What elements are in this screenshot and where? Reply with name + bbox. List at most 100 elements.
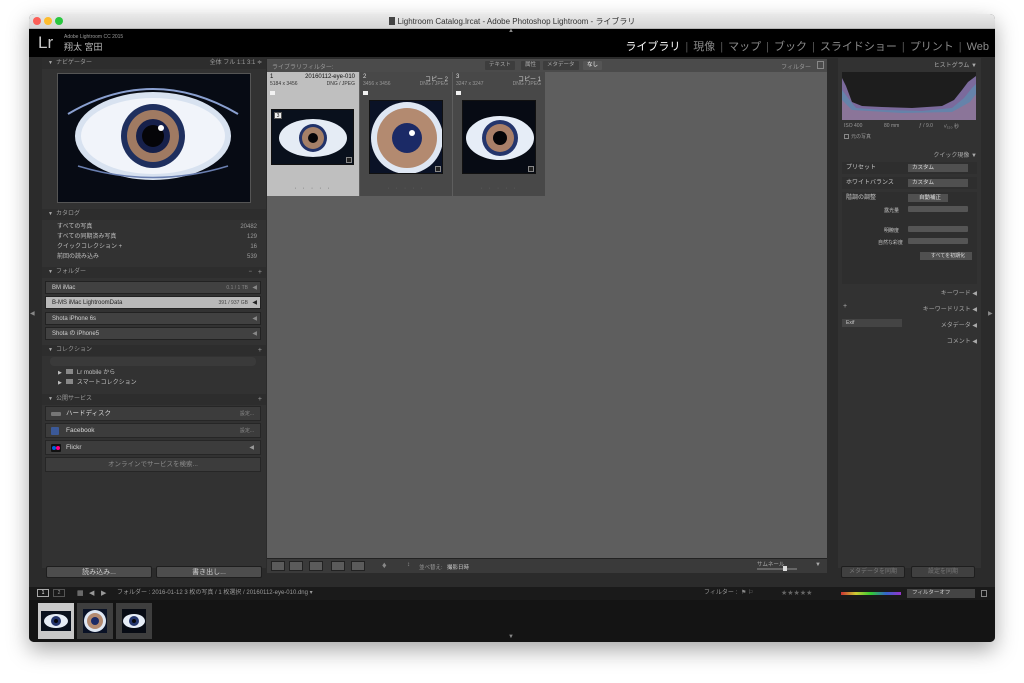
add-collection-button[interactable]: + (258, 345, 262, 356)
filter-tab-none[interactable]: なし (583, 61, 603, 70)
rating-dots[interactable]: · · · · · (453, 185, 545, 192)
vibrance-buttons[interactable] (908, 238, 968, 244)
filmstrip-thumb[interactable] (116, 603, 152, 639)
volume-iphone-5[interactable]: Shota の iPhone5 ◀ (45, 327, 261, 340)
export-button[interactable]: 書き出し... (156, 566, 262, 578)
find-more-services-button[interactable]: オンラインでサービスを検索... (45, 457, 261, 472)
catalog-item[interactable]: すべての同期済み写真 129 (45, 232, 261, 242)
grid-icon[interactable]: ▦ (77, 587, 84, 600)
collapse-left-icon[interactable]: ◀ (30, 310, 35, 317)
sync-settings-button[interactable]: 設定を同期 (911, 566, 975, 578)
compare-view-button[interactable] (309, 561, 323, 571)
flag-icon[interactable] (456, 91, 461, 95)
add-folder-button[interactable]: + (258, 267, 262, 278)
expand-icon[interactable]: ◀ (249, 441, 254, 455)
collapse-bottom-icon[interactable]: ▼ (508, 634, 514, 640)
painter-icon[interactable]: ♦ (382, 560, 387, 570)
module-library[interactable]: ライブラリ (625, 41, 680, 53)
publish-services-header[interactable]: ▼ 公開サービス + (42, 394, 266, 405)
collection-filter-field[interactable] (50, 357, 256, 366)
filter-presets-label[interactable]: フィルター (781, 62, 811, 71)
grid-cell[interactable]: 2 コピー 2 3456 x 3456 DNG / JPEG · · · · · (360, 72, 452, 196)
filter-tab-metadata[interactable]: メタデータ (543, 61, 579, 70)
grid-cell[interactable]: 3 コピー 1 3247 x 3247 DNG / JPEG · · · · · (453, 72, 545, 196)
quick-develop-header[interactable]: クイック現像 ▼ (933, 150, 977, 159)
module-web[interactable]: Web (967, 41, 989, 53)
catalog-item[interactable]: クイックコレクション +16 (45, 242, 261, 252)
expand-icon[interactable]: ◀ (252, 297, 257, 309)
flag-icon[interactable] (363, 91, 368, 95)
expand-icon[interactable]: ◀ (252, 313, 257, 325)
sort-order-select[interactable]: 撮影日時 (447, 563, 469, 571)
metadata-header[interactable]: メタデータ ◀ (941, 320, 977, 329)
setup-link[interactable]: 設定... (240, 424, 254, 438)
catalog-item[interactable]: 前回の読み込み 539 (45, 252, 261, 262)
volume-lightroom-data[interactable]: B-MS iMac LightroomData 391 / 937 GB ◀ (45, 296, 261, 309)
clarity-buttons[interactable] (908, 226, 968, 232)
filter-tab-text[interactable]: テキスト (485, 61, 515, 70)
thumbnail-size-slider[interactable] (757, 568, 797, 570)
filter-preset-select[interactable]: フィルターオフ (907, 589, 975, 598)
module-book[interactable]: ブック (774, 41, 807, 53)
collection-set-smart[interactable]: ▶ スマートコレクション (58, 378, 137, 388)
service-hard-drive[interactable]: ハードディスク 設定... (45, 406, 261, 421)
rating-dots[interactable]: · · · · · (360, 185, 452, 192)
sort-direction-icon[interactable]: ↕ (407, 562, 410, 568)
service-flickr[interactable]: Flickr ◀ (45, 440, 261, 455)
grid-cell[interactable]: 1 20160112-eye-010 5184 x 3456 DNG / JPE… (267, 72, 359, 196)
loupe-view-button[interactable] (289, 561, 303, 571)
import-button[interactable]: 読み込み... (46, 566, 152, 578)
thumbnail[interactable] (462, 100, 536, 174)
rating-filter[interactable]: ★★★★★ (781, 587, 812, 601)
folders-header[interactable]: ▼ フォルダー − + (42, 267, 266, 278)
setup-link[interactable]: 設定... (240, 407, 254, 421)
service-facebook[interactable]: Facebook 設定... (45, 423, 261, 438)
navigator-header[interactable]: ▼ ナビゲーター 全体 フル 1:1 3:1 ≑ (42, 58, 266, 69)
reset-all-button[interactable]: すべてを初期化 (920, 252, 972, 260)
remove-folder-button[interactable]: − (248, 267, 252, 278)
filmstrip-thumb[interactable] (38, 603, 74, 639)
grid-view-button[interactable] (271, 561, 285, 571)
back-arrow-icon[interactable]: ◀ (89, 587, 94, 600)
collapse-top-icon[interactable]: ▲ (508, 28, 514, 34)
keyword-list-header[interactable]: キーワードリスト ◀ (923, 304, 977, 313)
filmstrip-source[interactable]: フォルダー : 2016-01-12 3 枚の写真 / 1 枚選択 / 2016… (117, 587, 313, 600)
module-print[interactable]: プリント (910, 41, 954, 53)
module-develop[interactable]: 現像 (693, 41, 715, 53)
rating-dots[interactable]: · · · · · (267, 185, 359, 192)
exposure-buttons[interactable] (908, 206, 968, 212)
collections-header[interactable]: ▼ コレクション + (42, 345, 266, 356)
slider-thumb[interactable] (783, 566, 787, 571)
color-label-filter[interactable] (841, 592, 901, 595)
histogram-header[interactable]: ヒストグラム ▼ (934, 60, 977, 69)
thumbnail[interactable] (369, 100, 443, 174)
keywording-header[interactable]: キーワード ◀ (941, 288, 977, 297)
module-map[interactable]: マップ (728, 41, 761, 53)
catalog-header[interactable]: ▼ カタログ (42, 209, 266, 220)
module-slideshow[interactable]: スライドショー (820, 41, 897, 53)
comments-header[interactable]: コメント ◀ (947, 336, 977, 345)
volume-bm-imac[interactable]: BM iMac 0.1 / 1 TB ◀ (45, 281, 261, 294)
filmstrip-thumb[interactable] (77, 603, 113, 639)
preset-select[interactable]: カスタム (908, 164, 968, 172)
secondary-window-button[interactable]: 2 (53, 589, 65, 597)
filter-tab-attribute[interactable]: 属性 (521, 61, 541, 70)
original-photo-checkbox[interactable]: 元の写真 (844, 133, 871, 140)
filter-lock-icon[interactable] (981, 590, 987, 597)
add-keyword-button[interactable]: + (843, 303, 847, 310)
expand-icon[interactable]: ◀ (252, 328, 257, 340)
white-balance-select[interactable]: カスタム (908, 179, 968, 187)
survey-view-button[interactable] (331, 561, 345, 571)
navigator-preview[interactable] (57, 73, 251, 203)
people-view-button[interactable] (351, 561, 365, 571)
sync-metadata-button[interactable]: メタデータを同期 (841, 566, 905, 578)
catalog-item[interactable]: すべての写真 20482 (45, 222, 261, 232)
lock-icon[interactable] (817, 61, 824, 69)
collapse-right-icon[interactable]: ▶ (988, 310, 993, 317)
toolbar-menu-icon[interactable]: ▼ (815, 562, 821, 568)
navigator-zoom-options[interactable]: 全体 フル 1:1 3:1 ≑ (210, 58, 262, 69)
flag-icon[interactable] (270, 91, 275, 95)
thumbnail[interactable]: 3 (271, 109, 354, 165)
add-publish-service-button[interactable]: + (258, 394, 262, 405)
volume-iphone-6s[interactable]: Shota iPhone 6s ◀ (45, 312, 261, 325)
